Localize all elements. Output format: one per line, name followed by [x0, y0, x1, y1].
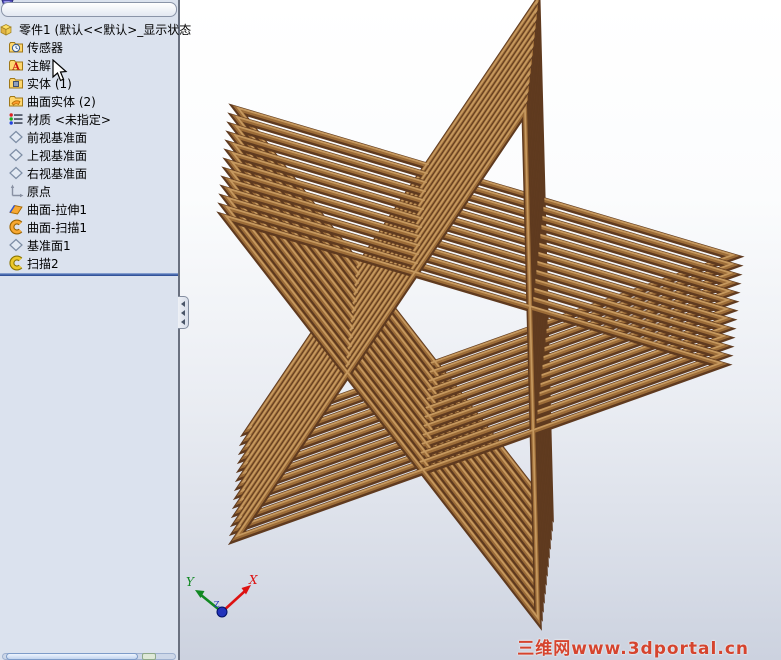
tree-item-label: 材质 <未指定> [27, 112, 111, 127]
plane-icon [8, 237, 24, 253]
tree-item-8[interactable]: 原点 [0, 182, 178, 200]
tree-item-label: 曲面实体 (2) [27, 94, 96, 109]
rollback-bar[interactable] [0, 273, 178, 276]
tree-item-9[interactable]: 曲面-拉伸1 [0, 200, 178, 218]
collapse-arrow-icon [181, 318, 185, 325]
svg-text:Z: Z [214, 600, 220, 609]
tree-item-root[interactable]: 零件1 (默认<<默认>_显示状态 [0, 20, 191, 38]
sweep-icon [8, 255, 24, 271]
collapse-arrow-icon [181, 300, 185, 307]
tree-item-label: 右视基准面 [27, 166, 88, 181]
watermark: 三维网www.3dportal.cn [517, 639, 749, 659]
tree-item-label: 注解 [27, 58, 52, 73]
sensors-folder-icon [8, 39, 24, 55]
tree-item-2[interactable]: 实体 (1) [0, 74, 178, 92]
part-icon [0, 21, 16, 37]
tree-item-label: 曲面-拉伸1 [27, 202, 87, 217]
tree-item-11[interactable]: 基准面1 [0, 236, 178, 254]
surface-sweep-icon [8, 219, 24, 235]
plane-icon [8, 165, 24, 181]
tree-item-3[interactable]: 曲面实体 (2) [0, 92, 178, 110]
svg-text:A: A [11, 61, 20, 72]
tree-item-5[interactable]: 前视基准面 [0, 128, 178, 146]
mouse-cursor [52, 59, 68, 82]
tree-item-label: 上视基准面 [27, 148, 88, 163]
origin-icon [8, 183, 24, 199]
tree-item-12[interactable]: 扫描2 [0, 254, 178, 272]
tree-item-10[interactable]: 曲面-扫描1 [0, 218, 178, 236]
scrollbar-thumb[interactable] [6, 653, 138, 660]
tree-item-4[interactable]: 材质 <未指定> [0, 110, 178, 128]
panel-collapse-handle[interactable] [178, 296, 189, 329]
tree-item-6[interactable]: 上视基准面 [0, 146, 178, 164]
tree-item-1[interactable]: A 注解 [0, 56, 178, 74]
annotations-folder-icon: A [8, 57, 24, 73]
plane-icon [8, 129, 24, 145]
surface-extrude-icon [8, 201, 24, 217]
tree-item-label: 传感器 [27, 40, 64, 55]
tree-item-7[interactable]: 右视基准面 [0, 164, 178, 182]
tree-item-label: 原点 [27, 184, 52, 199]
plane-icon [8, 147, 24, 163]
feature-tree: 零件1 (默认<<默认>_显示状态传感器 A 注解 实体 (1) 曲面实体 (2) 材质 … [0, 20, 191, 272]
graphics-viewport[interactable]: Z X Y 三维网www.3dportal.cn [180, 0, 781, 660]
material-icon [8, 111, 24, 127]
solid-bodies-folder-icon [8, 75, 24, 91]
tree-item-label: 扫描2 [27, 256, 59, 271]
tree-item-label: 前视基准面 [27, 130, 88, 145]
triad-y-label: Y [186, 575, 195, 589]
orientation-triad: Z X Y [186, 573, 258, 618]
feature-manager-panel: 零件1 (默认<<默认>_显示状态传感器 A 注解 实体 (1) 曲面实体 (2) 材质 … [0, 0, 191, 660]
tree-item-label: 基准面1 [27, 238, 71, 253]
star-model [216, 0, 745, 631]
surface-bodies-folder-icon [8, 93, 24, 109]
tree-item-label: 零件1 (默认<<默认>_显示状态 [19, 22, 192, 37]
feature-manager-header[interactable] [1, 2, 177, 17]
triad-x-label: X [248, 573, 258, 587]
collapse-arrow-icon [181, 309, 185, 316]
solidworks-window: Z X Y 三维网www.3dportal.cn 零件1 (默认<<默认>_显示状态… [0, 0, 781, 660]
tree-item-0[interactable]: 传感器 [0, 38, 178, 56]
star-coil-model[interactable]: Z X Y [180, 0, 781, 660]
tree-horizontal-scrollbar[interactable] [2, 653, 176, 660]
scrollbar-button[interactable] [142, 653, 156, 660]
tree-item-label: 曲面-扫描1 [27, 220, 87, 235]
